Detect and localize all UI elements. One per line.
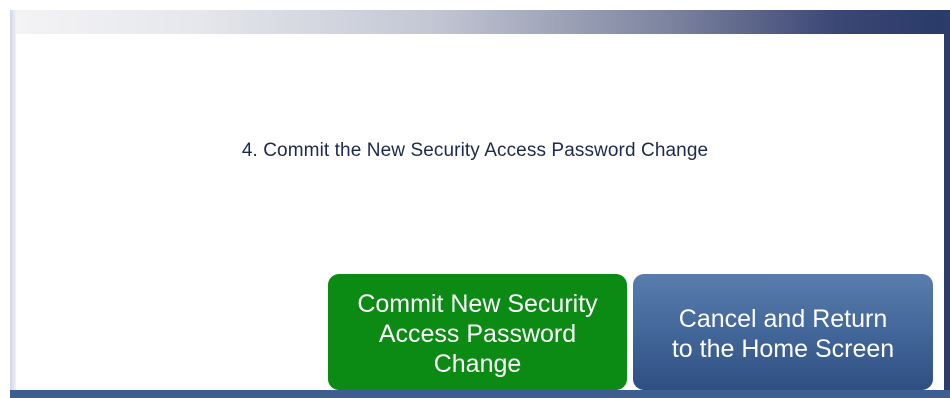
right-frame-edge — [944, 10, 950, 395]
cancel-button-label: Cancel and Return to the Home Screen — [672, 304, 894, 364]
cancel-return-home-button[interactable]: Cancel and Return to the Home Screen — [633, 274, 933, 390]
cancel-label-line-2: to the Home Screen — [671, 335, 895, 363]
commit-label-line-3: Change — [433, 350, 522, 378]
password-commit-screen: 4. Commit the New Security Access Passwo… — [0, 0, 950, 398]
left-frame-edge — [10, 10, 16, 395]
commit-label-line-2: Access Password — [378, 320, 577, 348]
cancel-label-line-1: Cancel and Return — [678, 305, 888, 333]
commit-password-button[interactable]: Commit New Security Access Password Chan… — [328, 274, 627, 390]
title-bar — [10, 10, 950, 34]
instruction-text: 4. Commit the New Security Access Passwo… — [241, 140, 709, 161]
commit-button-label: Commit New Security Access Password Chan… — [357, 289, 597, 379]
commit-label-line-1: Commit New Security — [357, 290, 598, 318]
bottom-bar — [10, 390, 950, 398]
